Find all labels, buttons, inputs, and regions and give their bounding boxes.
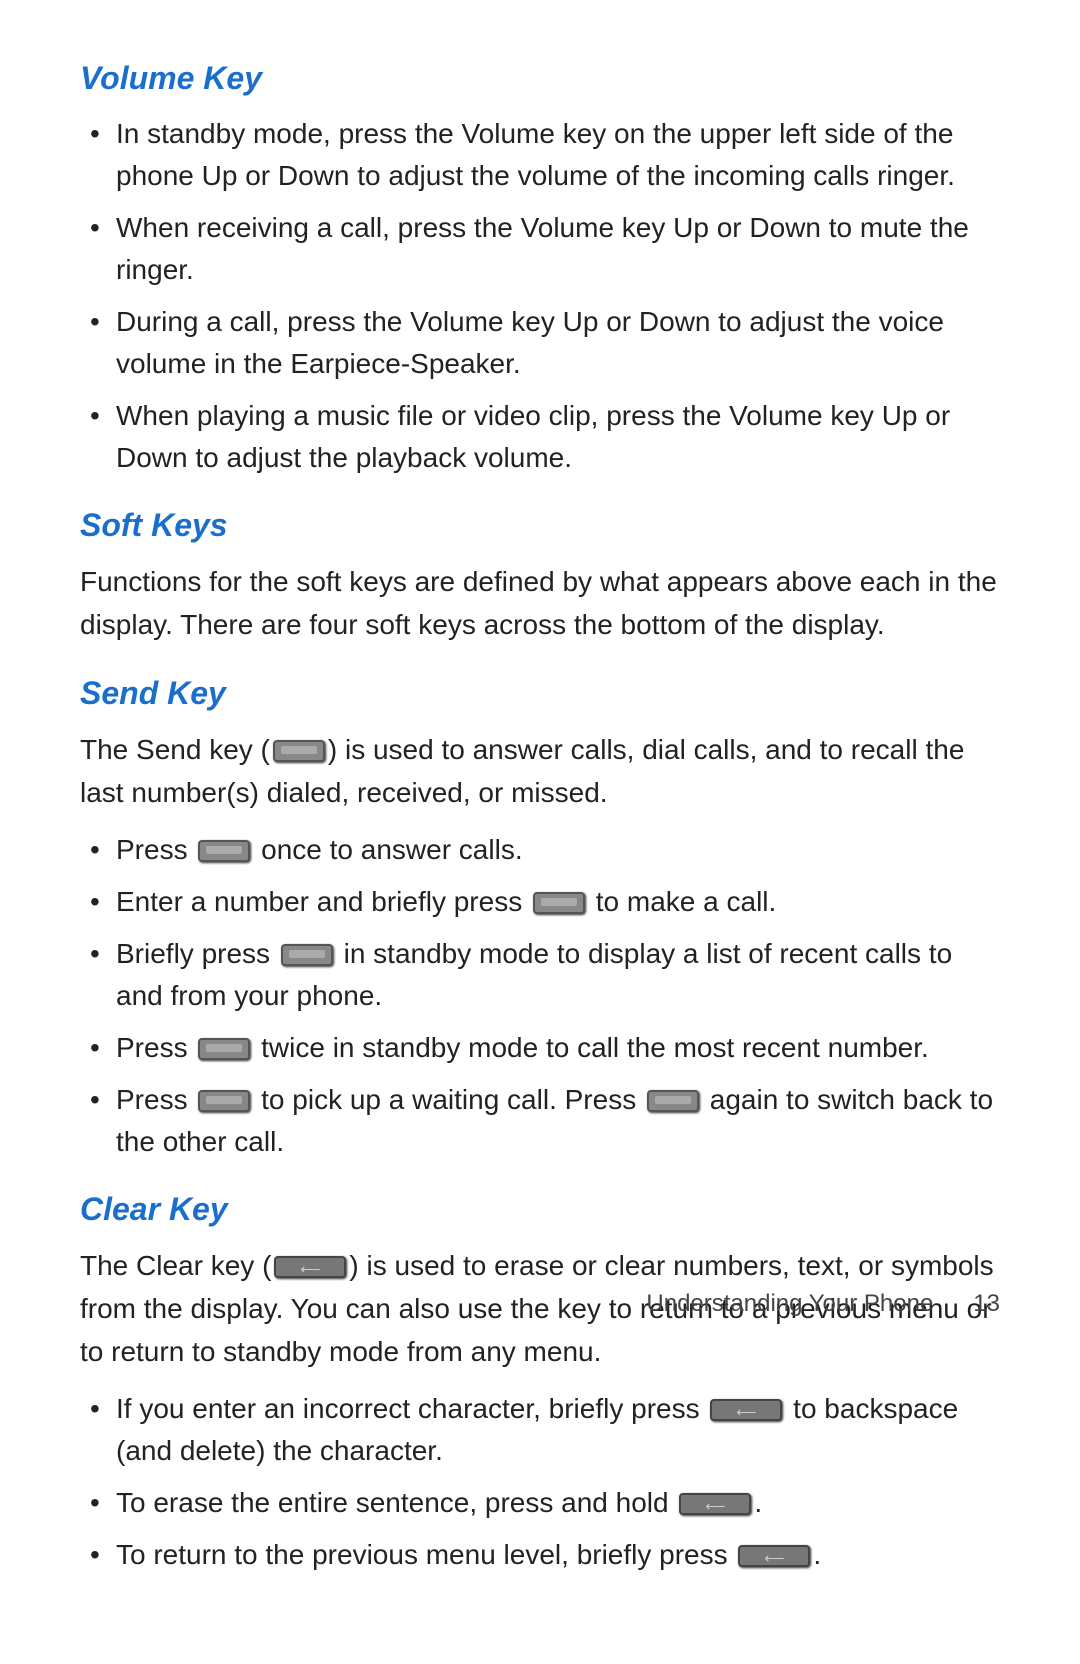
list-item: In standby mode, press the Volume key on… bbox=[80, 113, 1000, 197]
list-item: To return to the previous menu level, br… bbox=[80, 1534, 1000, 1576]
send-key-icon bbox=[198, 1038, 250, 1060]
page-number: 13 bbox=[973, 1290, 1000, 1318]
clear-key-icon bbox=[679, 1493, 751, 1515]
page-footer: Understanding Your Phone 13 bbox=[646, 1290, 1000, 1318]
list-item: Press twice in standby mode to call the … bbox=[80, 1027, 1000, 1069]
send-key-icon bbox=[281, 944, 333, 966]
list-item: If you enter an incorrect character, bri… bbox=[80, 1388, 1000, 1472]
soft-keys-section: Soft Keys Functions for the soft keys ar… bbox=[80, 507, 1000, 647]
send-key-icon bbox=[198, 840, 250, 862]
list-item: When playing a music file or video clip,… bbox=[80, 395, 1000, 479]
list-item: Press to pick up a waiting call. Press a… bbox=[80, 1079, 1000, 1163]
soft-keys-title: Soft Keys bbox=[80, 507, 1000, 544]
clear-key-icon bbox=[274, 1256, 346, 1278]
send-key-icon bbox=[273, 740, 325, 762]
volume-key-bullets: In standby mode, press the Volume key on… bbox=[80, 113, 1000, 479]
list-item: To erase the entire sentence, press and … bbox=[80, 1482, 1000, 1524]
send-key-bullets: Press once to answer calls. Enter a numb… bbox=[80, 829, 1000, 1163]
send-key-icon bbox=[198, 1090, 250, 1112]
clear-key-title: Clear Key bbox=[80, 1191, 1000, 1228]
send-key-icon bbox=[533, 892, 585, 914]
send-key-title: Send Key bbox=[80, 675, 1000, 712]
volume-key-section: Volume Key In standby mode, press the Vo… bbox=[80, 60, 1000, 479]
volume-key-title: Volume Key bbox=[80, 60, 1000, 97]
list-item: Enter a number and briefly press to make… bbox=[80, 881, 1000, 923]
send-key-intro: The Send key () is used to answer calls,… bbox=[80, 728, 1000, 815]
clear-key-icon bbox=[710, 1399, 782, 1421]
list-item: Briefly press in standby mode to display… bbox=[80, 933, 1000, 1017]
soft-keys-body: Functions for the soft keys are defined … bbox=[80, 560, 1000, 647]
list-item: During a call, press the Volume key Up o… bbox=[80, 301, 1000, 385]
footer-text: Understanding Your Phone bbox=[646, 1290, 933, 1318]
send-key-section: Send Key The Send key () is used to answ… bbox=[80, 675, 1000, 1163]
clear-key-icon bbox=[738, 1545, 810, 1567]
clear-key-section: Clear Key The Clear key () is used to er… bbox=[80, 1191, 1000, 1576]
send-key-icon bbox=[647, 1090, 699, 1112]
list-item: Press once to answer calls. bbox=[80, 829, 1000, 871]
list-item: When receiving a call, press the Volume … bbox=[80, 207, 1000, 291]
clear-key-bullets: If you enter an incorrect character, bri… bbox=[80, 1388, 1000, 1576]
